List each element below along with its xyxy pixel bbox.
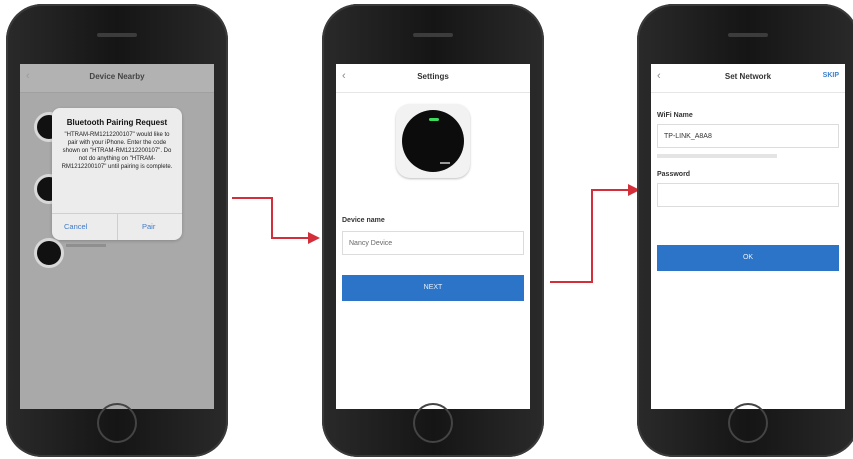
dialog-message: "HTRAM-RM1212200107" would like to pair … [61,132,173,171]
nav-bar: ‹ Settings [336,64,530,93]
skip-button[interactable]: SKIP [823,72,839,79]
flow-arrow-2 [550,184,640,283]
set-network-screen: ‹ Set Network SKIP WiFi Name TP-LINK_A8A… [651,64,845,409]
led-indicator [429,118,439,121]
device-icon[interactable] [34,238,64,268]
hint-text [657,154,777,158]
page-title: Settings [417,72,449,81]
home-button[interactable] [728,403,768,443]
device-name-field[interactable]: Nancy Device [342,231,524,255]
phone-frame-1: ‹ Device Nearby Bluetooth Pairing Reques… [6,4,228,457]
page-title: Set Network [724,72,772,81]
device-label-placeholder [66,244,106,247]
divider [117,214,118,240]
nav-bar: ‹ Device Nearby [20,64,214,93]
cancel-button[interactable]: Cancel [64,222,87,231]
device-body [402,110,464,172]
ok-button[interactable]: OK [657,245,839,271]
page-title: Device Nearby [89,72,145,81]
home-button[interactable] [413,403,453,443]
brand-mark [440,162,450,164]
device-name-label: Device name [342,217,385,224]
phone-frame-3: ‹ Set Network SKIP WiFi Name TP-LINK_A8A… [637,4,853,457]
wifi-name-field[interactable]: TP-LINK_A8A8 [657,124,839,148]
device-image [396,104,470,178]
home-button[interactable] [97,403,137,443]
settings-screen: ‹ Settings Device name Nancy Device NEXT [336,64,530,409]
nav-bar: ‹ Set Network SKIP [651,64,845,93]
phone-speaker [728,33,768,37]
pair-button[interactable]: Pair [142,222,155,231]
device-nearby-screen: ‹ Device Nearby Bluetooth Pairing Reques… [20,64,214,409]
password-field[interactable] [657,183,839,207]
wifi-name-label: WiFi Name [657,112,693,119]
password-label: Password [657,171,691,178]
flow-arrow-1 [232,197,320,244]
dialog-title: Bluetooth Pairing Request [66,118,168,127]
bluetooth-pairing-dialog: Bluetooth Pairing Request "HTRAM-RM12122… [52,108,182,240]
next-button[interactable]: NEXT [342,275,524,301]
dialog-buttons: Cancel Pair [52,213,182,240]
phone-speaker [413,33,453,37]
phone-speaker [97,33,137,37]
phone-frame-2: ‹ Settings Device name Nancy Device NEXT [322,4,544,457]
